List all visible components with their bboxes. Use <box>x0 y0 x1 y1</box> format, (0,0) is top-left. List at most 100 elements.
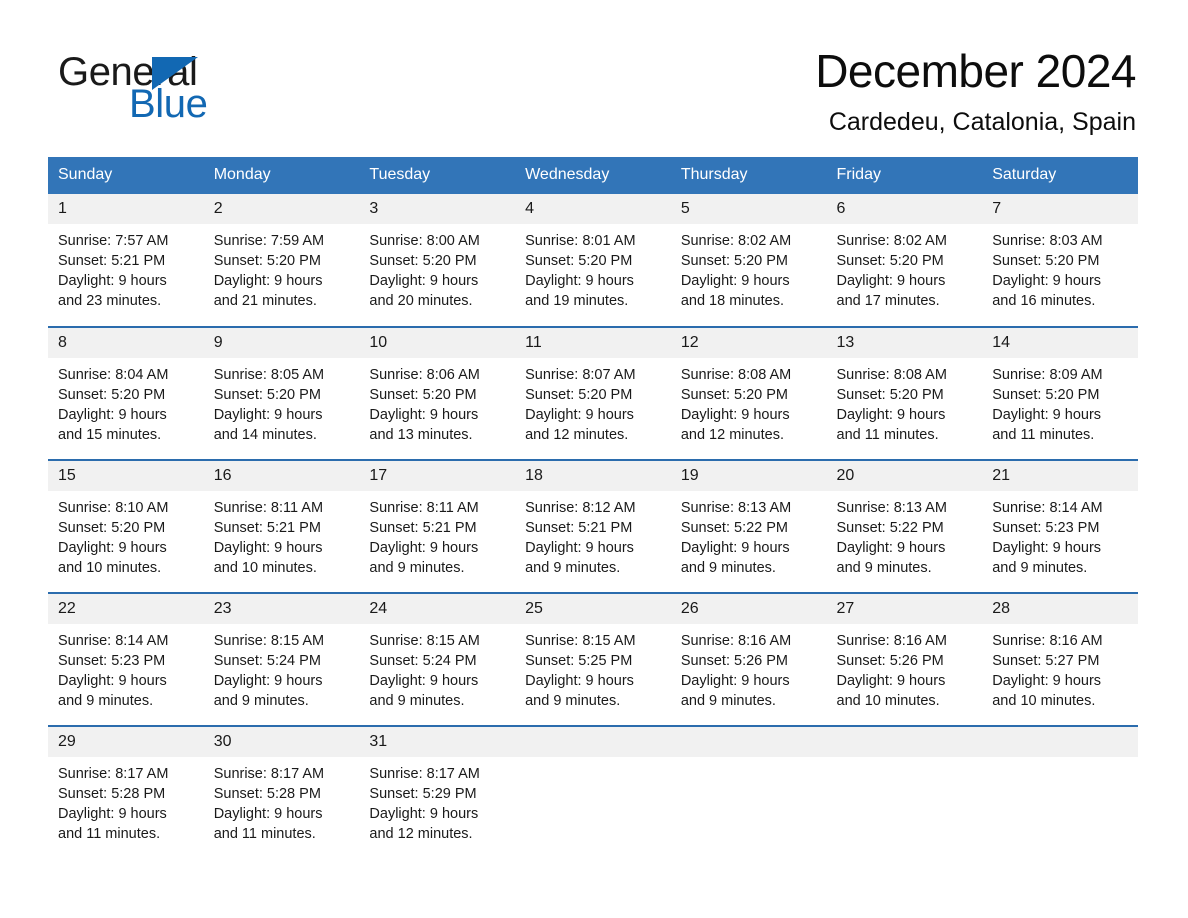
calendar-empty-cell <box>826 725 983 859</box>
daylight-text-line1: Daylight: 9 hours <box>836 407 946 423</box>
daylight-text-line2: and 9 minutes. <box>680 560 776 576</box>
daylight-text-line2: and 14 minutes. <box>213 427 317 443</box>
sunset-text: Sunset: 5:26 PM <box>836 653 944 669</box>
calendar-day-cell[interactable]: 26 Sunrise: 8:16 AM Sunset: 5:26 PM Dayligh… <box>670 592 827 726</box>
daylight-text-line2: and 23 minutes. <box>58 293 162 309</box>
daylight-text-line1: Daylight: 9 hours <box>213 806 323 822</box>
daylight-text-line1: Daylight: 9 hours <box>525 673 634 689</box>
weekday-header-tuesday: Tuesday <box>359 157 516 194</box>
sunset-text: Sunset: 5:21 PM <box>58 253 166 269</box>
calendar-day-cell[interactable]: 28 Sunrise: 8:16 AM Sunset: 5:27 PM Dayligh… <box>982 592 1138 726</box>
calendar-day-cell[interactable]: 4 Sunrise: 8:01 AM Sunset: 5:20 PM Daylight… <box>515 194 671 327</box>
sunrise-text: Sunrise: 8:06 AM <box>369 367 480 383</box>
sunset-text: Sunset: 5:21 PM <box>369 520 477 536</box>
calendar-week-row: 8 Sunrise: 8:04 AM Sunset: 5:20 PM Daylight… <box>48 326 1138 460</box>
calendar-day-cell[interactable]: 9 Sunrise: 8:05 AM Sunset: 5:20 PM Daylight… <box>203 326 360 460</box>
daylight-text-line2: and 9 minutes. <box>369 693 465 709</box>
day-details: Sunrise: 8:14 AM Sunset: 5:23 PM Daylight:… <box>982 491 1138 578</box>
title-block: December 2024 Cardedeu, Catalonia, Spain <box>815 44 1136 138</box>
calendar-day-cell[interactable]: 13 Sunrise: 8:08 AM Sunset: 5:20 PM Dayligh… <box>826 326 983 460</box>
day-number: 5 <box>670 194 827 224</box>
day-details: Sunrise: 8:09 AM Sunset: 5:20 PM Daylight:… <box>982 358 1138 445</box>
calendar-day-cell[interactable]: 20 Sunrise: 8:13 AM Sunset: 5:22 PM Dayligh… <box>826 459 983 593</box>
calendar-day-cell[interactable]: 24 Sunrise: 8:15 AM Sunset: 5:24 PM Dayligh… <box>359 592 516 726</box>
sunset-text: Sunset: 5:20 PM <box>836 387 944 403</box>
sunset-text: Sunset: 5:20 PM <box>369 387 477 403</box>
sunrise-text: Sunrise: 7:59 AM <box>213 233 325 249</box>
day-number: 9 <box>203 328 360 358</box>
daylight-text-line2: and 18 minutes. <box>680 293 784 309</box>
calendar-day-cell[interactable]: 25 Sunrise: 8:15 AM Sunset: 5:25 PM Dayligh… <box>515 592 671 726</box>
day-number: 29 <box>48 727 204 757</box>
calendar-day-cell[interactable]: 8 Sunrise: 8:04 AM Sunset: 5:20 PM Daylight… <box>48 326 204 460</box>
calendar-day-cell[interactable]: 6 Sunrise: 8:02 AM Sunset: 5:20 PM Daylight… <box>826 194 983 327</box>
calendar-day-cell[interactable]: 7 Sunrise: 8:03 AM Sunset: 5:20 PM Daylight… <box>982 194 1138 327</box>
calendar-day-cell[interactable]: 29 Sunrise: 8:17 AM Sunset: 5:28 PM Dayligh… <box>48 725 204 859</box>
calendar-day-cell[interactable]: 27 Sunrise: 8:16 AM Sunset: 5:26 PM Dayligh… <box>826 592 983 726</box>
sunset-text: Sunset: 5:26 PM <box>680 653 789 669</box>
day-details: Sunrise: 8:15 AM Sunset: 5:24 PM Daylight:… <box>359 624 515 711</box>
calendar-day-cell[interactable]: 3 Sunrise: 8:00 AM Sunset: 5:20 PM Daylight… <box>359 194 516 327</box>
day-details: Sunrise: 8:17 AM Sunset: 5:28 PM Daylight:… <box>48 757 204 844</box>
sunrise-text: Sunrise: 8:17 AM <box>213 766 325 782</box>
daylight-text-line1: Daylight: 9 hours <box>680 273 790 289</box>
daylight-text-line1: Daylight: 9 hours <box>836 273 946 289</box>
calendar-day-cell[interactable]: 23 Sunrise: 8:15 AM Sunset: 5:24 PM Dayligh… <box>203 592 360 726</box>
sunrise-text: Sunrise: 8:11 AM <box>213 500 324 516</box>
sunset-text: Sunset: 5:23 PM <box>992 520 1100 536</box>
sunrise-text: Sunrise: 8:00 AM <box>369 233 480 249</box>
calendar-day-cell[interactable]: 31 Sunrise: 8:17 AM Sunset: 5:29 PM Dayligh… <box>359 725 516 859</box>
sunrise-text: Sunrise: 8:12 AM <box>525 500 636 516</box>
calendar-day-cell[interactable]: 12 Sunrise: 8:08 AM Sunset: 5:20 PM Dayligh… <box>670 326 827 460</box>
sunrise-text: Sunrise: 8:13 AM <box>680 500 792 516</box>
calendar-empty-cell <box>515 725 671 859</box>
daylight-text-line1: Daylight: 9 hours <box>213 273 323 289</box>
day-number: 19 <box>670 461 827 491</box>
sunset-text: Sunset: 5:20 PM <box>680 253 789 269</box>
sunset-text: Sunset: 5:21 PM <box>213 520 321 536</box>
sunset-text: Sunset: 5:21 PM <box>525 520 633 536</box>
calendar-week-row: 1 Sunrise: 7:57 AM Sunset: 5:21 PM Daylight… <box>48 194 1138 327</box>
daylight-text-line1: Daylight: 9 hours <box>213 407 323 423</box>
sunrise-text: Sunrise: 8:14 AM <box>992 500 1103 516</box>
sunrise-text: Sunrise: 8:15 AM <box>369 633 480 649</box>
calendar-day-cell[interactable]: 30 Sunrise: 8:17 AM Sunset: 5:28 PM Dayligh… <box>203 725 360 859</box>
calendar-day-cell[interactable]: 1 Sunrise: 7:57 AM Sunset: 5:21 PM Daylight… <box>48 194 204 327</box>
weekday-header-thursday: Thursday <box>670 157 827 194</box>
calendar-day-cell[interactable]: 21 Sunrise: 8:14 AM Sunset: 5:23 PM Dayligh… <box>982 459 1138 593</box>
calendar-day-cell[interactable]: 15 Sunrise: 8:10 AM Sunset: 5:20 PM Dayligh… <box>48 459 204 593</box>
calendar-page: General Blue December 2024 Cardedeu, Cat… <box>0 0 1188 918</box>
calendar-day-cell[interactable]: 22 Sunrise: 8:14 AM Sunset: 5:23 PM Dayligh… <box>48 592 204 726</box>
daylight-text-line2: and 13 minutes. <box>369 427 473 443</box>
calendar-day-cell[interactable]: 16 Sunrise: 8:11 AM Sunset: 5:21 PM Dayligh… <box>203 459 360 593</box>
day-number: 21 <box>982 461 1138 491</box>
day-number: 13 <box>826 328 983 358</box>
day-number: 1 <box>48 194 204 224</box>
general-blue-logo[interactable]: General Blue <box>58 52 318 124</box>
daylight-text-line1: Daylight: 9 hours <box>680 673 790 689</box>
day-number: 31 <box>359 727 516 757</box>
sunset-text: Sunset: 5:25 PM <box>525 653 633 669</box>
day-number: 18 <box>515 461 671 491</box>
day-number: 24 <box>359 594 516 624</box>
calendar-day-cell[interactable]: 18 Sunrise: 8:12 AM Sunset: 5:21 PM Dayligh… <box>515 459 671 593</box>
calendar-empty-cell <box>670 725 827 859</box>
calendar-day-cell[interactable]: 2 Sunrise: 7:59 AM Sunset: 5:20 PM Daylight… <box>203 194 360 327</box>
daylight-text-line2: and 10 minutes. <box>213 560 317 576</box>
calendar-day-cell[interactable]: 14 Sunrise: 8:09 AM Sunset: 5:20 PM Dayligh… <box>982 326 1138 460</box>
sunset-text: Sunset: 5:28 PM <box>58 786 166 802</box>
daylight-text-line1: Daylight: 9 hours <box>369 806 479 822</box>
calendar-day-cell[interactable]: 17 Sunrise: 8:11 AM Sunset: 5:21 PM Dayligh… <box>359 459 516 593</box>
calendar-day-cell[interactable]: 5 Sunrise: 8:02 AM Sunset: 5:20 PM Daylight… <box>670 194 827 327</box>
day-number: 10 <box>359 328 516 358</box>
day-number: 17 <box>359 461 516 491</box>
calendar-day-cell[interactable]: 10 Sunrise: 8:06 AM Sunset: 5:20 PM Dayligh… <box>359 326 516 460</box>
daylight-text-line2: and 9 minutes. <box>680 693 776 709</box>
weekday-header-saturday: Saturday <box>982 157 1138 194</box>
calendar-day-cell[interactable]: 11 Sunrise: 8:07 AM Sunset: 5:20 PM Dayligh… <box>515 326 671 460</box>
day-details: Sunrise: 8:08 AM Sunset: 5:20 PM Daylight:… <box>827 358 983 445</box>
sunrise-text: Sunrise: 8:13 AM <box>836 500 947 516</box>
calendar-day-cell[interactable]: 19 Sunrise: 8:13 AM Sunset: 5:22 PM Dayligh… <box>670 459 827 593</box>
sunrise-text: Sunrise: 8:15 AM <box>213 633 325 649</box>
daylight-text-line2: and 17 minutes. <box>836 293 940 309</box>
